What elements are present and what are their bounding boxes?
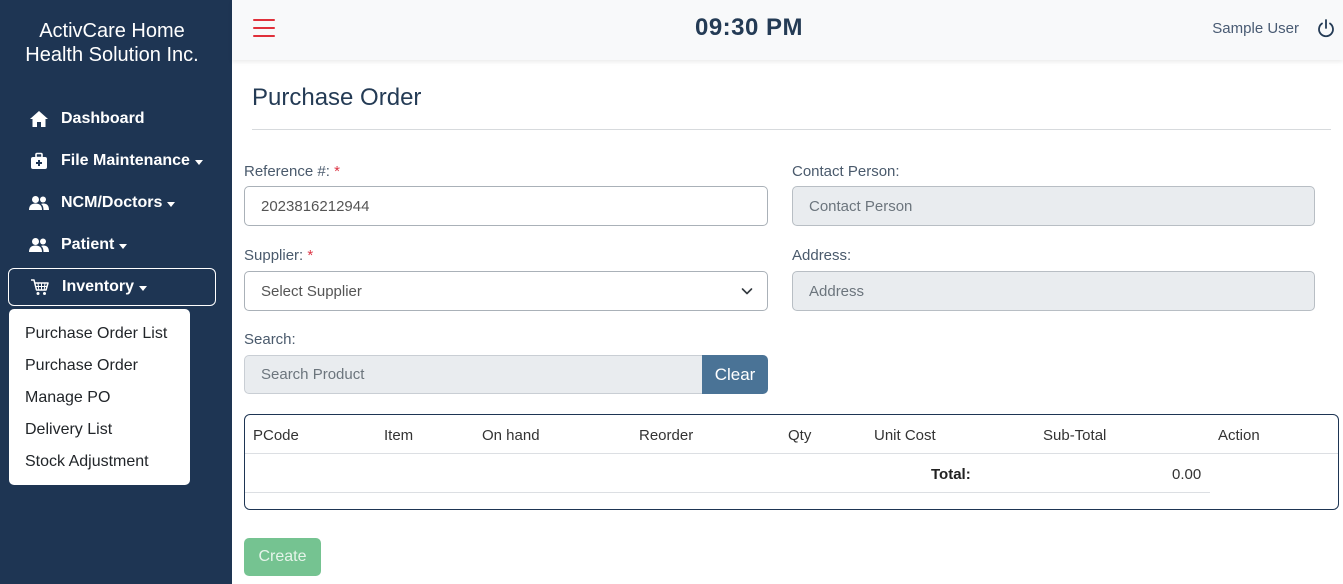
sidebar-item-file-maintenance[interactable]: File Maintenance — [8, 142, 216, 180]
search-product-input[interactable]: Search Product — [244, 355, 703, 394]
reference-input[interactable]: 2023816212944 — [244, 186, 768, 226]
cart-icon — [29, 278, 51, 296]
address-input: Address — [792, 271, 1315, 311]
title-divider — [252, 129, 1331, 130]
clear-button[interactable]: Clear — [702, 355, 768, 394]
column-header-action: Action — [1218, 427, 1260, 444]
menu-item-delivery-list[interactable]: Delivery List — [9, 414, 190, 446]
address-label: Address: — [792, 247, 852, 264]
clock: 09:30 PM — [694, 14, 804, 41]
supplier-label-text: Supplier: — [244, 247, 304, 264]
home-icon — [28, 110, 50, 128]
reference-input-value: 2023816212944 — [261, 197, 370, 215]
brand: ActivCare Home Health Solution Inc. — [0, 19, 224, 67]
reference-label-text: Reference #: — [244, 163, 330, 180]
sidebar-item-label: NCM/Doctors — [61, 194, 163, 211]
column-header-item: Item — [384, 427, 414, 444]
caret-down-icon — [119, 243, 128, 249]
brand-line-2: Health Solution Inc. — [25, 44, 199, 66]
medical-bag-icon — [28, 152, 50, 170]
users-icon — [28, 194, 50, 212]
sidebar-item-label: Dashboard — [61, 110, 145, 127]
power-icon[interactable] — [1317, 18, 1335, 38]
contact-person-input: Contact Person — [792, 186, 1315, 226]
table-header-divider — [245, 453, 1338, 454]
search-group: Search Product Clear — [244, 355, 768, 394]
sidebar-item-dashboard[interactable]: Dashboard — [8, 100, 216, 138]
column-header-unit-cost: Unit Cost — [874, 427, 936, 444]
total-label: Total: — [931, 466, 971, 483]
chevron-down-icon — [741, 288, 753, 295]
contact-person-label: Contact Person: — [792, 163, 900, 180]
menu-item-purchase-order[interactable]: Purchase Order — [9, 350, 190, 382]
column-header-sub-total: Sub-Total — [1043, 427, 1107, 444]
search-placeholder: Search Product — [261, 366, 365, 383]
column-header-on-hand: On hand — [482, 427, 540, 444]
create-button[interactable]: Create — [244, 538, 321, 576]
menu-item-stock-adjustment[interactable]: Stock Adjustment — [9, 446, 190, 478]
search-label: Search: — [244, 331, 296, 348]
brand-line-1: ActivCare Home — [39, 20, 185, 42]
supplier-label: Supplier: * — [244, 247, 313, 264]
column-header-pcode: PCode — [253, 427, 299, 444]
total-value: 0.00 — [1172, 466, 1202, 483]
contact-person-placeholder: Contact Person — [809, 197, 913, 215]
product-table: PCode Item On hand Reorder Qty Unit Cost… — [244, 414, 1339, 510]
caret-down-icon — [167, 201, 176, 207]
sidebar-item-label: File Maintenance — [61, 152, 190, 169]
address-placeholder: Address — [809, 282, 865, 300]
sidebar: ActivCare Home Health Solution Inc. Dash… — [0, 0, 232, 584]
column-header-qty: Qty — [788, 427, 812, 444]
table-footer-divider — [245, 492, 1210, 493]
supplier-select[interactable]: Select Supplier — [244, 271, 768, 311]
column-header-reorder: Reorder — [639, 427, 694, 444]
sidebar-item-label: Inventory — [62, 278, 135, 295]
caret-down-icon — [194, 159, 203, 165]
sidebar-item-inventory[interactable]: Inventory — [8, 268, 216, 306]
user-name[interactable]: Sample User — [1212, 20, 1299, 37]
sidebar-item-patient[interactable]: Patient — [8, 226, 216, 264]
users-icon — [28, 236, 50, 254]
caret-down-icon — [139, 285, 148, 291]
sidebar-item-ncm-doctors[interactable]: NCM/Doctors — [8, 184, 216, 222]
supplier-selected-value: Select Supplier — [261, 282, 362, 300]
page-title: Purchase Order — [252, 84, 422, 111]
topbar: 09:30 PM Sample User — [232, 0, 1343, 60]
sidebar-item-label: Patient — [61, 236, 115, 253]
menu-item-purchase-order-list[interactable]: Purchase Order List — [9, 318, 190, 350]
menu-item-manage-po[interactable]: Manage PO — [9, 382, 190, 414]
required-mark: * — [307, 247, 314, 264]
reference-label: Reference #: * — [244, 163, 340, 180]
required-mark: * — [334, 163, 340, 180]
inventory-dropdown-menu: Purchase Order List Purchase Order Manag… — [9, 309, 190, 485]
